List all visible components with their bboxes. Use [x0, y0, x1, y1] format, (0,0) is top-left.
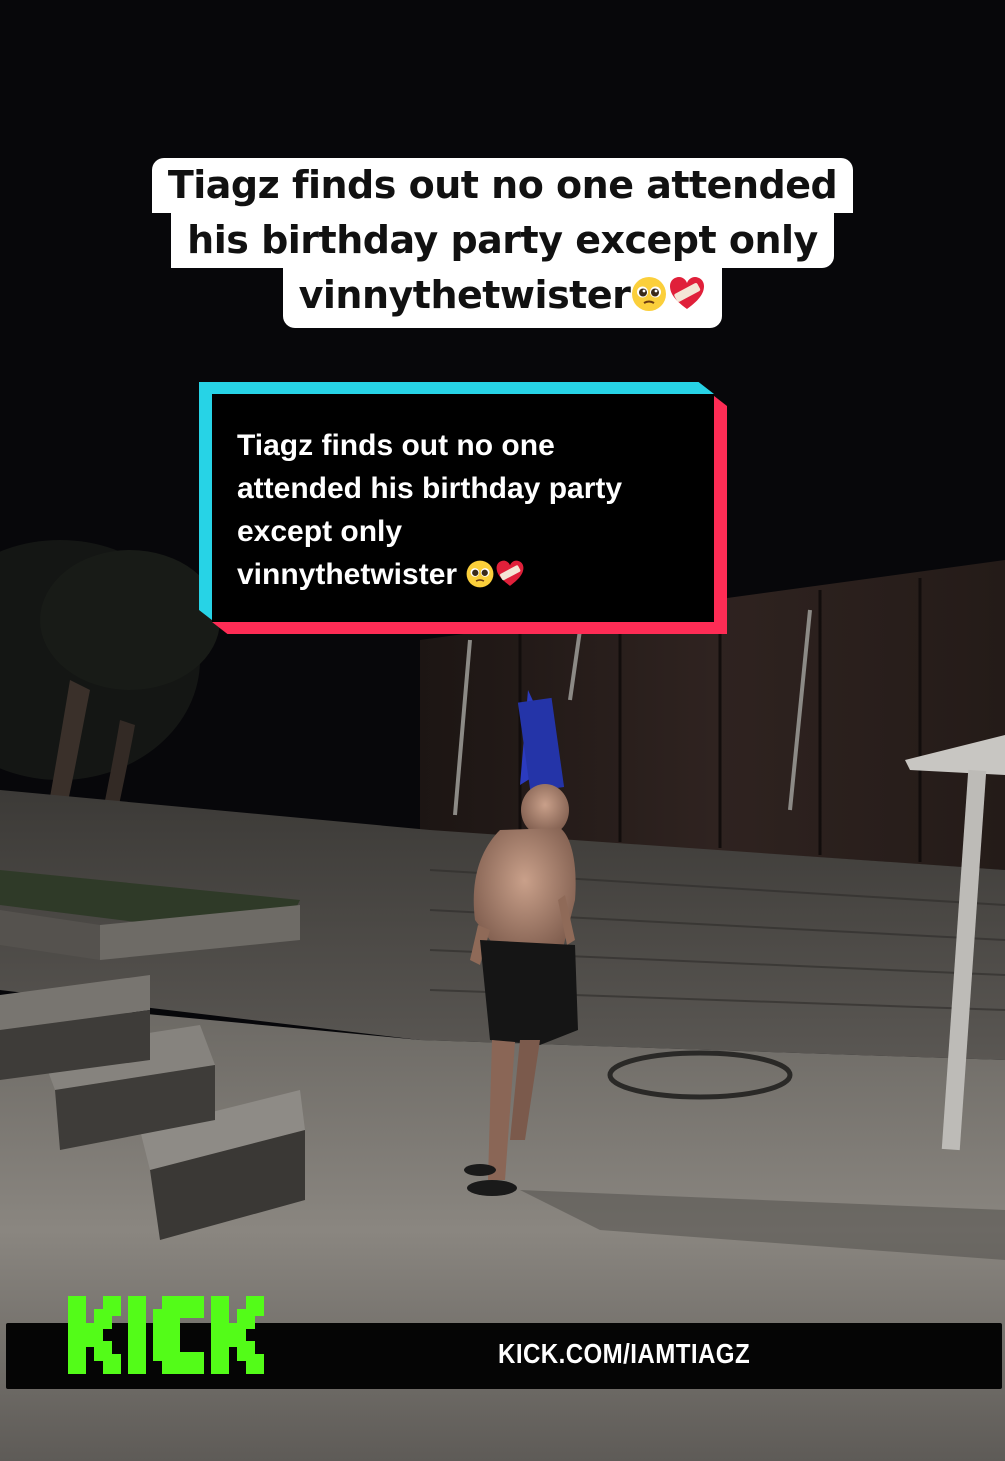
caption-line-3: vinnythetwister [282, 268, 723, 328]
pleading-face-icon [630, 273, 668, 328]
tiktok-caption-box: Tiagz finds out no one attended his birt… [199, 382, 727, 634]
tiktok-line-3: except only [237, 515, 403, 548]
caption-line-1: Tiagz finds out no one attended [151, 158, 854, 213]
video-frame: Tiagz finds out no one attended his birt… [0, 0, 1005, 1461]
tiktok-line-2: attended his birthday party [237, 472, 623, 505]
tiktok-caption-text: Tiagz finds out no one attended his birt… [237, 424, 707, 601]
kick-logo [68, 1296, 304, 1378]
mending-heart-icon [668, 273, 706, 328]
mending-heart-icon [495, 558, 525, 601]
pleading-face-icon [465, 558, 495, 601]
tiktok-line-4: vinnythetwister [237, 553, 707, 601]
caption-line-2: his birthday party except only [171, 213, 834, 268]
top-caption: Tiagz finds out no one attended his birt… [0, 158, 1005, 328]
tiktok-line-1: Tiagz finds out no one [237, 429, 555, 462]
kick-channel-url: KICK.COM/IAMTIAGZ [498, 1338, 751, 1369]
